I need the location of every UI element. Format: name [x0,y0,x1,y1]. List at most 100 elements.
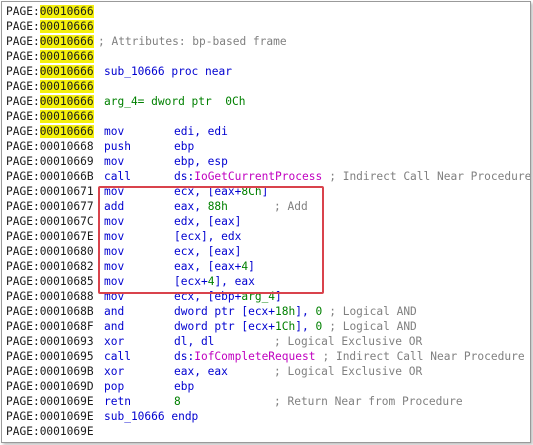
instruction-operands: [ecx], edx [174,229,241,244]
segment-prefix: PAGE: [6,80,40,93]
line-comment: ; Indirect Call Near Procedure [322,170,531,183]
operand-part: edx, [eax] [174,215,242,228]
line-comment: ; Indirect Call Near Procedure [315,350,525,363]
operand-part: ebp [174,140,195,153]
segment-prefix: PAGE: [6,320,40,333]
line-address: PAGE:00010666 [6,4,94,19]
instruction-mnemonic: pop [104,380,125,393]
segment-prefix: PAGE: [6,395,40,408]
instruction-mnemonic: mov [104,275,125,288]
operand-part: ecx, [eax] [174,245,242,258]
instruction-operands: edx, [eax] [174,214,241,229]
line-address: PAGE:00010685 [6,274,94,289]
operand-part: eax, [eax+ [174,260,242,273]
address-value: 00010669 [39,155,94,168]
line-comment: ; Logical AND [322,305,417,318]
operand-part: eax, eax [174,365,228,378]
line-address: PAGE:0001068B [6,304,94,319]
address-value: 00010666 [39,20,94,33]
instruction-operands: edi, edi [174,124,228,139]
segment-prefix: PAGE: [6,380,40,393]
address-value: 0001069E [39,425,94,438]
address-value: 00010685 [39,275,94,288]
instruction-operands: ebp, esp [174,154,228,169]
line-address: PAGE:0001068F [6,319,94,334]
line-address: PAGE:0001069E [6,409,94,424]
operand-part: dl, dl [174,335,215,348]
operand-part: ] [248,260,255,273]
address-value: 00010666 [39,110,94,123]
line-address: PAGE:00010666 [6,34,94,49]
operand-part: 0 [315,320,323,333]
segment-prefix: PAGE: [6,275,40,288]
line-address: PAGE:00010677 [6,199,94,214]
segment-prefix: PAGE: [6,65,40,78]
instruction-operands: 8 [174,394,181,409]
instruction-mnemonic: and [104,320,125,333]
operand-part: ecx, [ebp+ [174,290,242,303]
line-comment: ; Return Near from Procedure [274,395,463,408]
line-address: PAGE:00010680 [6,244,94,259]
line-address: PAGE:0001069D [6,379,94,394]
line-address: PAGE:00010669 [6,154,94,169]
segment-prefix: PAGE: [6,95,40,108]
address-value: 00010680 [39,245,94,258]
instruction-mnemonic: xor [104,365,125,378]
address-value: 0001067E [39,230,94,243]
operand-part: 8 [174,395,181,408]
line-address: PAGE:00010666 [6,49,94,64]
address-value: 00010666 [39,35,94,48]
address-value: 0001069E [39,395,94,408]
address-value: 00010688 [39,290,94,303]
instruction-mnemonic: mov [104,230,125,243]
segment-prefix: PAGE: [6,50,40,63]
address-value: 0001069B [39,365,94,378]
instruction-operands: ds:IofCompleteRequest [174,349,315,364]
operand-part: edi, edi [174,125,228,138]
line-address: PAGE:00010682 [6,259,94,274]
line-address: PAGE:0001069E [6,424,94,439]
operand-part: arg_4 [241,290,276,303]
address-value: 0001068B [39,305,94,318]
line-comment: ; Logical Exclusive OR [274,365,423,378]
segment-prefix: PAGE: [6,110,40,123]
operand-part: ], eax [214,275,255,288]
segment-prefix: PAGE: [6,230,40,243]
segment-prefix: PAGE: [6,155,40,168]
address-value: 00010666 [39,95,94,108]
operand-part: IoGetCurrentProcess [194,170,323,183]
line-address: PAGE:00010666 [6,79,94,94]
line-address: PAGE:0001069E [6,394,94,409]
instruction-operands: dl, dl [174,334,214,349]
instruction-operands: dword ptr [ecx+18h], 0 [174,304,322,319]
operand-part: ], [295,320,316,333]
operand-part: IofCompleteRequest [194,350,316,363]
address-value: 00010666 [39,125,94,138]
instruction-mnemonic: retn [104,395,131,408]
segment-prefix: PAGE: [6,125,40,138]
operand-part: ] [261,185,269,198]
segment-prefix: PAGE: [6,200,40,213]
operand-part: dword ptr [ecx+ [174,305,276,318]
line-address: PAGE:00010666 [6,94,94,109]
operand-part: ebp, esp [174,155,228,168]
operand-part: ] [275,290,282,303]
segment-prefix: PAGE: [6,425,40,438]
instruction-operands: ebp [174,139,194,154]
operand-part: 1Ch [275,320,296,333]
line-comment: ; Attributes: bp-based frame [98,35,287,48]
segment-prefix: PAGE: [6,350,40,363]
instruction-mnemonic: mov [104,125,125,138]
instruction-operands: eax, [eax+4] [174,259,255,274]
address-value: 00010666 [39,80,94,93]
line-address: PAGE:00010693 [6,334,94,349]
address-value: 0001067C [39,215,94,228]
line-address: PAGE:0001067E [6,229,94,244]
disassembly-window: PAGE:00010666 PAGE:00010666 PAGE:00010666;… [1,1,531,443]
segment-prefix: PAGE: [6,245,40,258]
operand-part: eax, [174,200,208,213]
operand-part: 0 [315,305,323,318]
address-value: 00010666 [39,65,94,78]
operand-part: [ecx+ [174,275,208,288]
instruction-mnemonic: mov [104,245,125,258]
